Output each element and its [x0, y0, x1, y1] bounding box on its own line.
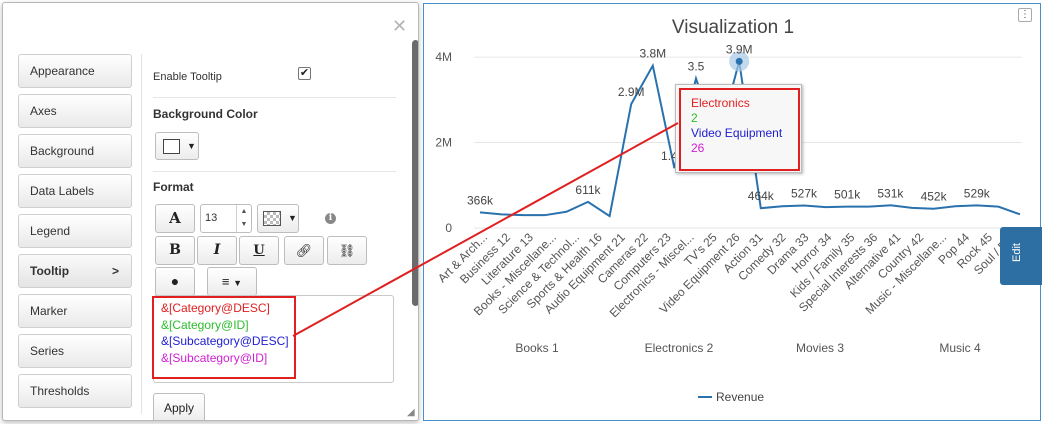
tab-marker[interactable]: Marker [18, 294, 132, 328]
underline-icon: U [253, 243, 265, 258]
tooltip-line: 26 [691, 141, 705, 155]
chart-tooltip: Electronics 2 Video Equipment 26 [675, 84, 802, 173]
color-swatch [163, 139, 180, 154]
tab-label: Marker [30, 304, 68, 318]
caret-down-icon: ▼ [187, 141, 196, 151]
settings-tabs: Appearance Axes Background Data Labels Legen… [18, 54, 132, 414]
tab-label: Legend [30, 224, 71, 238]
tab-label: Series [30, 344, 65, 358]
tab-label: Thresholds [30, 384, 90, 398]
tab-label: Axes [30, 104, 57, 118]
apply-button[interactable]: Apply [153, 393, 205, 420]
y-tick-label: 0 [445, 221, 452, 235]
tooltip-line: Electronics [691, 96, 750, 110]
tab-background[interactable]: Background [18, 134, 132, 168]
format-label: Format [153, 180, 194, 194]
font-icon: A [169, 209, 181, 227]
chevron-right-icon: > [111, 264, 119, 278]
data-label: 531k [877, 186, 904, 200]
unlink-icon: ⛓︎ [338, 243, 356, 258]
template-line: &[Subcategory@DESC] [161, 334, 289, 348]
italic-button[interactable]: I [197, 236, 237, 265]
template-line: &[Subcategory@ID] [161, 350, 268, 365]
background-color-label: Background Color [153, 107, 258, 121]
background-color-picker[interactable]: ▼ [155, 132, 199, 160]
tab-label: Background [30, 144, 95, 158]
enable-tooltip-checkbox[interactable]: ✔ [298, 67, 311, 80]
caret-down-icon: ▼ [288, 213, 297, 223]
data-label: 611k [575, 183, 601, 197]
tab-data-labels[interactable]: Data Labels [18, 174, 132, 208]
x-group-label: Books 1 [515, 341, 559, 355]
tab-label: Tooltip [30, 264, 70, 278]
tooltip-line: 2 [691, 111, 698, 125]
tooltip-template-highlight: &[Category@DESC] &[Category@ID] &[Subcateg… [152, 296, 296, 379]
data-label: 464k [748, 189, 775, 203]
template-line: &[Category@DESC] [161, 301, 270, 315]
link-icon: 🔗︎ [295, 243, 313, 258]
scrollbar[interactable] [412, 40, 418, 306]
data-label: 527k [791, 186, 818, 200]
italic-icon: I [213, 242, 221, 258]
edit-label: Edit [1011, 243, 1023, 262]
remove-link-button[interactable]: ⛓︎ [327, 236, 367, 265]
info-icon[interactable]: i [325, 213, 336, 224]
legend-label: Revenue [716, 390, 764, 404]
underline-button[interactable]: U [239, 236, 279, 265]
bold-icon: B [169, 242, 181, 258]
circle-icon: ● [170, 273, 180, 289]
spinner-icon[interactable]: ▲ ▼ [236, 205, 251, 232]
divider [141, 54, 142, 414]
y-tick-label: 2M [435, 136, 452, 150]
tab-legend[interactable]: Legend [18, 214, 132, 248]
visualization-panel: Visualization 102M4M366k611k2.9M3.8M1.4M… [423, 3, 1042, 421]
chart-title: Visualization 1 [672, 17, 794, 38]
data-label: 3.9M [726, 42, 753, 56]
resize-handle-icon[interactable]: ◢ [407, 407, 415, 418]
align-dropdown[interactable]: ≡ ▼ [207, 267, 257, 296]
tab-appearance[interactable]: Appearance [18, 54, 132, 88]
align-left-icon: ≡ [221, 274, 230, 289]
data-label: 3.8M [639, 47, 666, 61]
tab-axes[interactable]: Axes [18, 94, 132, 128]
data-label: 2.9M [618, 85, 645, 99]
transparent-swatch [263, 211, 281, 226]
tooltip-line: Video Equipment [691, 126, 783, 140]
data-label: 3.5 [688, 59, 705, 73]
caret-down-icon: ▼ [233, 278, 243, 288]
data-label: 366k [467, 193, 494, 207]
highlight-point [735, 57, 743, 65]
font-size-input[interactable]: 13 ▲ ▼ [200, 204, 252, 233]
tooltip-highlight: Electronics 2 Video Equipment 26 [679, 88, 800, 171]
data-label: 452k [921, 190, 948, 204]
font-size-value: 13 [205, 212, 218, 224]
tab-tooltip[interactable]: Tooltip > [18, 254, 132, 288]
apply-label: Apply [163, 401, 195, 415]
enable-tooltip-row: Enable Tooltip ✔ [153, 67, 398, 83]
line-chart: Visualization 102M4M366k611k2.9M3.8M1.4M… [435, 17, 1022, 404]
vertical-dots-icon[interactable]: ⋮ [1018, 8, 1032, 22]
chart-settings-dialog: ✕ Appearance Axes Background Data Labels Leg… [2, 2, 419, 421]
x-group-label: Movies 3 [796, 341, 844, 355]
x-group-label: Electronics 2 [645, 341, 714, 355]
tab-series[interactable]: Series [18, 334, 132, 368]
bullet-button[interactable]: ● [155, 267, 195, 296]
y-tick-label: 4M [435, 50, 452, 64]
bold-button[interactable]: B [155, 236, 195, 265]
insert-link-button[interactable]: 🔗︎ [284, 236, 324, 265]
data-label: 501k [834, 188, 861, 202]
edit-button[interactable]: Edit [1000, 227, 1042, 285]
font-style-button[interactable]: A [155, 204, 195, 233]
tab-label: Data Labels [30, 184, 95, 198]
template-line: &[Category@ID] [161, 317, 249, 332]
x-group-label: Music 4 [939, 341, 981, 355]
divider [153, 97, 396, 98]
data-label: 529k [964, 186, 991, 200]
enable-tooltip-label: Enable Tooltip [153, 71, 222, 83]
close-icon[interactable]: ✕ [392, 17, 407, 35]
tab-label: Appearance [30, 64, 95, 78]
divider [153, 171, 396, 172]
font-color-picker[interactable]: ▼ [257, 204, 299, 233]
tab-thresholds[interactable]: Thresholds [18, 374, 132, 408]
